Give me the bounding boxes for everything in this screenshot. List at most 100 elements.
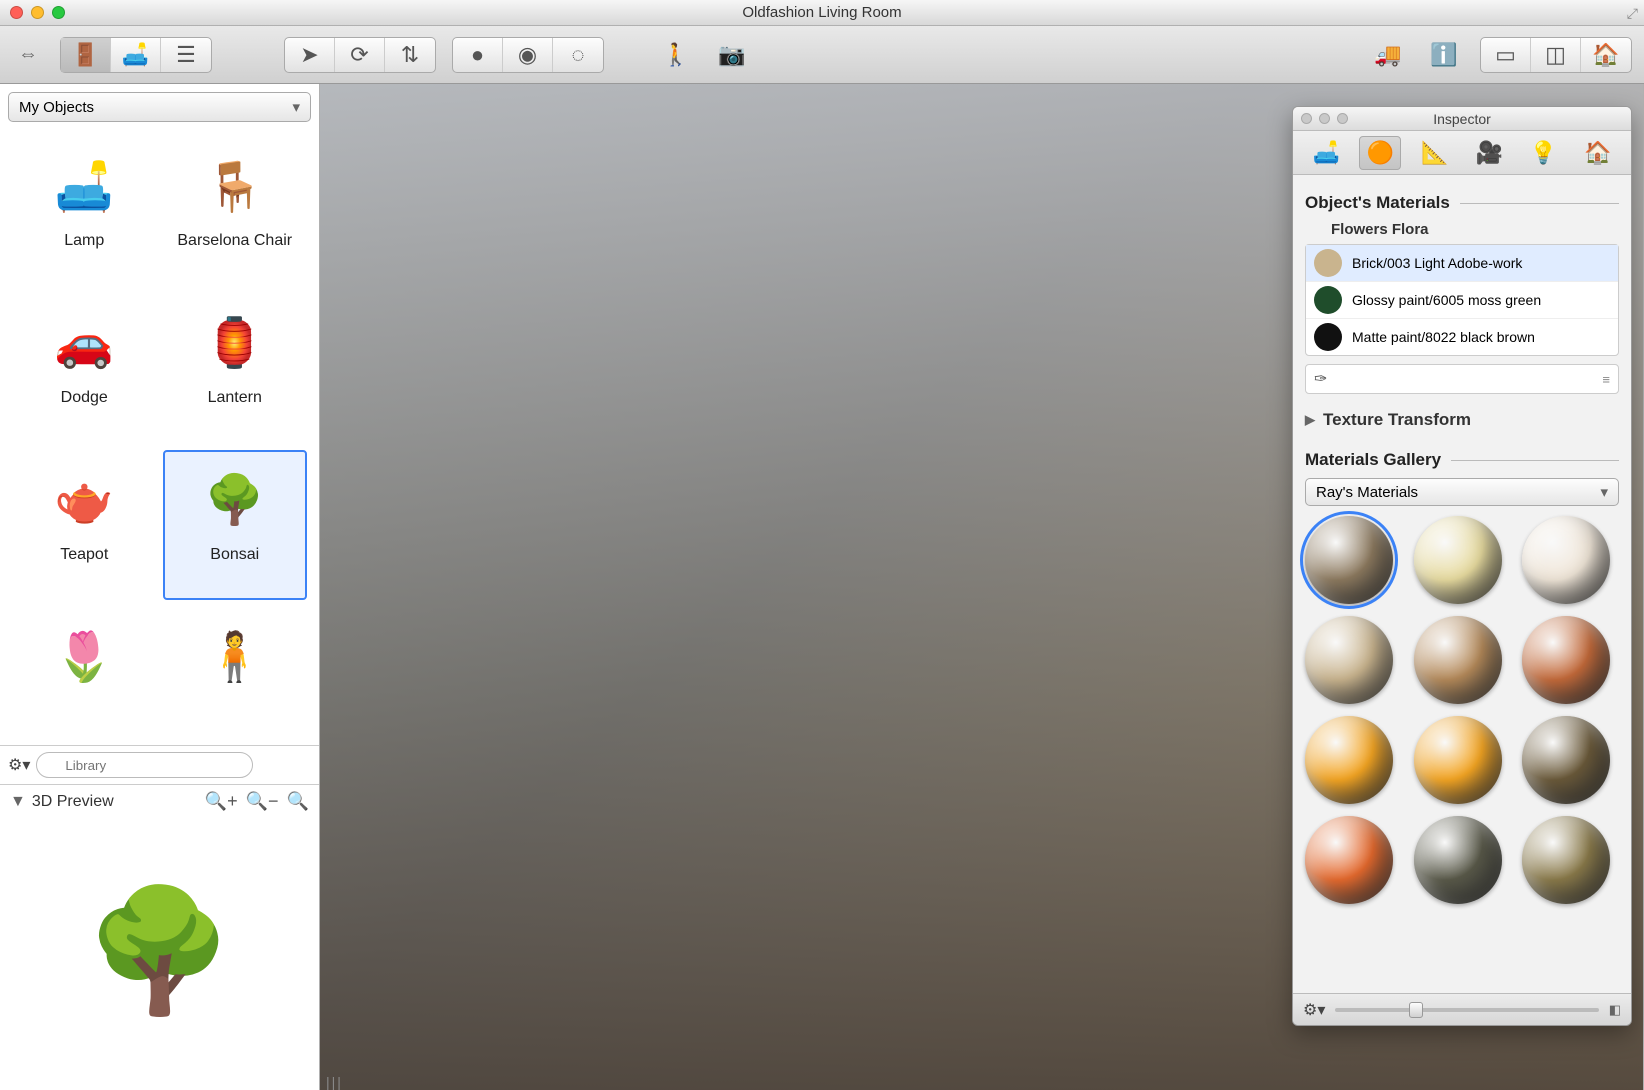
chevron-down-icon: ▾ [292,98,300,116]
object-thumbnail-icon: 🪑 [190,146,280,226]
material-sphere[interactable] [1414,716,1502,804]
import-model-button[interactable]: 🚚 [1368,42,1408,68]
gallery-dropdown-label: Ray's Materials [1316,484,1418,501]
fullscreen-button[interactable]: ⤢ [1627,5,1638,22]
preview-zoom-fit-button[interactable]: 🔍 [287,791,309,812]
inspector-titlebar[interactable]: Inspector [1293,107,1631,131]
objects-sidebar: My Objects ▾ 🛋️Lamp🪑Barselona Chair🚗Dodg… [0,84,320,1090]
materials-gallery-grid [1305,516,1619,904]
material-row[interactable]: Brick/003 Light Adobe-work [1306,245,1618,282]
material-label: Brick/003 Light Adobe-work [1352,255,1522,272]
sidebar-settings-button[interactable]: ⚙︎▾ [8,755,30,775]
material-sphere[interactable] [1522,516,1610,604]
material-sphere[interactable] [1305,616,1393,704]
library-mode-group: 🚪 🛋️ ☰ [60,37,212,73]
preview-viewport[interactable]: 🌳 [8,822,311,1082]
material-swatch-icon [1314,286,1342,314]
inspector-tab-measure[interactable]: 📐 [1414,136,1456,170]
snapshot-button[interactable]: 📷 [712,42,752,68]
picker-menu-icon[interactable]: ≡ [1602,372,1610,387]
inspector-tab-camera[interactable]: 🎥 [1468,136,1510,170]
material-label: Matte paint/8022 black brown [1352,329,1535,346]
record-button[interactable]: ● [453,38,503,72]
object-cell[interactable]: 🛋️Lamp [12,136,157,287]
preview-title: 3D Preview [32,793,114,811]
sphere-render-button[interactable]: ◉ [503,38,553,72]
gallery-thumbnail-size-icon: ◧ [1609,1002,1621,1018]
material-sphere[interactable] [1305,716,1393,804]
object-cell[interactable]: 🏮Lantern [163,293,308,444]
selected-object-name: Flowers Flora [1331,221,1619,238]
object-cell[interactable]: 🫖Teapot [12,450,157,601]
list-library-tab[interactable]: ☰ [161,38,211,72]
object-label: Teapot [60,546,108,564]
inspector-tab-lighting[interactable]: 💡 [1522,136,1564,170]
inspector-zoom-button[interactable] [1337,113,1348,124]
slider-thumb[interactable] [1409,1002,1423,1018]
object-label: Lantern [208,389,262,407]
dropdown-label: My Objects [19,99,94,116]
object-cell[interactable]: 🚗Dodge [12,293,157,444]
object-materials-heading: Object's Materials [1305,193,1450,213]
render-tools-group: ● ◉ ◌ [452,37,604,73]
material-sphere[interactable] [1414,816,1502,904]
material-sphere[interactable] [1522,816,1610,904]
material-sphere[interactable] [1522,616,1610,704]
2d-plan-view-button[interactable]: ▭ [1481,38,1531,72]
eyedropper-icon[interactable]: ✑ [1314,369,1327,389]
splitter-handle[interactable]: ||| [326,1074,343,1090]
inspector-tabs: 🛋️ 🟠 📐 🎥 💡 🏠 [1293,131,1631,175]
material-sphere[interactable] [1522,716,1610,804]
material-row[interactable]: Matte paint/8022 black brown [1306,319,1618,355]
texture-transform-heading: Texture Transform [1323,410,1471,430]
zoom-window-button[interactable] [52,6,65,19]
objects-category-dropdown[interactable]: My Objects ▾ [8,92,311,122]
inspector-tab-material[interactable]: 🟠 [1359,136,1401,170]
split-view-button[interactable]: ◫ [1531,38,1581,72]
object-thumbnail-icon: 🧍 [190,616,280,696]
inspector-minimize-button[interactable] [1319,113,1330,124]
inspector-tab-house[interactable]: 🏠 [1577,136,1619,170]
library-search-input[interactable] [36,752,253,778]
object-cell[interactable]: 🪑Barselona Chair [163,136,308,287]
preview-zoom-in-button[interactable]: 🔍+ [205,791,238,812]
gallery-zoom-slider[interactable] [1335,1008,1598,1012]
objects-grid: 🛋️Lamp🪑Barselona Chair🚗Dodge🏮Lantern🫖Tea… [0,130,319,745]
preview-zoom-out-button[interactable]: 🔍− [246,791,279,812]
walkthrough-button[interactable]: 🚶 [656,42,696,68]
move-tool[interactable]: ⇅ [385,38,435,72]
window-titlebar: Oldfashion Living Room ⤢ [0,0,1644,26]
material-sphere[interactable] [1414,616,1502,704]
inspector-settings-button[interactable]: ⚙︎▾ [1303,1000,1325,1020]
object-cell[interactable]: 🌳Bonsai [163,450,308,601]
materials-gallery-dropdown[interactable]: Ray's Materials ▾ [1305,478,1619,506]
material-swatch-icon [1314,323,1342,351]
select-tool[interactable]: ➤ [285,38,335,72]
material-sphere[interactable] [1414,516,1502,604]
material-sphere[interactable] [1305,816,1393,904]
toggle-sidebar-button[interactable]: ⇔ [12,43,44,66]
material-picker-row[interactable]: ✑ ≡ [1305,364,1619,394]
info-button[interactable]: ℹ️ [1424,42,1464,68]
rotate-tool[interactable]: ⟳ [335,38,385,72]
3d-view-button[interactable]: 🏠 [1581,38,1631,72]
object-cell[interactable]: 🧍 [163,606,308,739]
minimize-window-button[interactable] [31,6,44,19]
materials-gallery-heading: Materials Gallery [1305,450,1441,470]
close-window-button[interactable] [10,6,23,19]
material-sphere[interactable] [1305,516,1393,604]
preview-object-icon: 🌳 [85,882,234,1022]
material-row[interactable]: Glossy paint/6005 moss green [1306,282,1618,319]
window-title: Oldfashion Living Room [742,4,901,21]
texture-transform-toggle[interactable]: ▶ Texture Transform [1305,404,1619,436]
inspector-tab-object[interactable]: 🛋️ [1305,136,1347,170]
disclosure-triangle-icon: ▶ [1305,412,1315,428]
inspector-close-button[interactable] [1301,113,1312,124]
furniture-library-tab[interactable]: 🚪 [61,38,111,72]
inspector-title: Inspector [1433,111,1491,127]
seating-library-tab[interactable]: 🛋️ [111,38,161,72]
materials-list: Brick/003 Light Adobe-work Glossy paint/6… [1305,244,1619,356]
stop-button[interactable]: ◌ [553,38,603,72]
object-cell[interactable]: 🌷 [12,606,157,739]
preview-disclosure-toggle[interactable]: ▼ [10,793,26,811]
